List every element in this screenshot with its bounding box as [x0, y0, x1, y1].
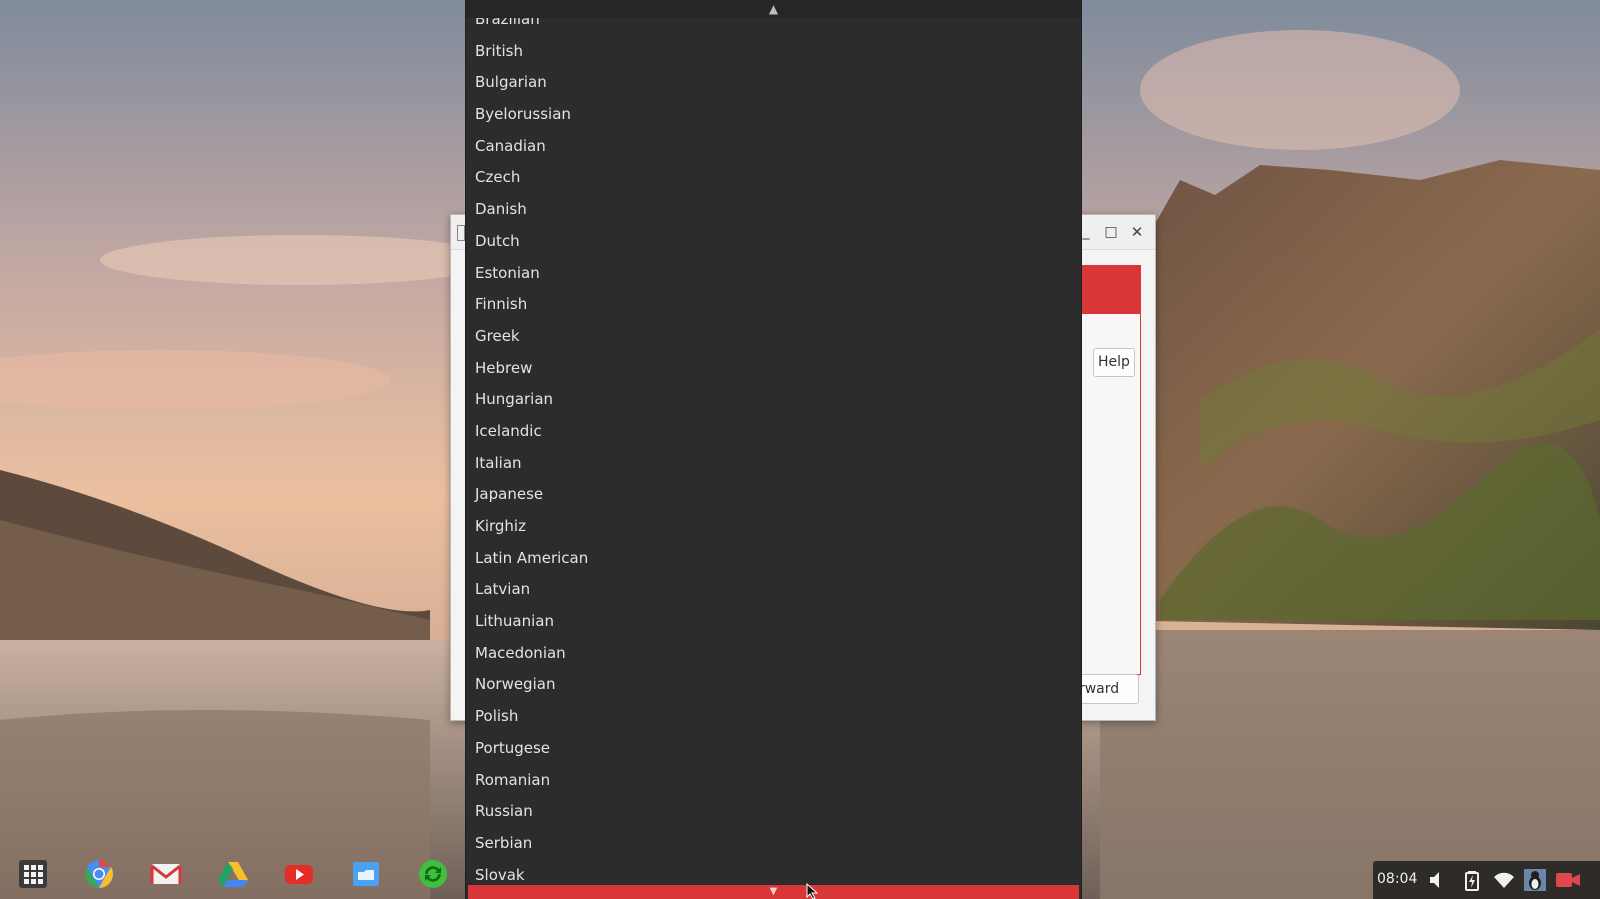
maximize-icon[interactable]: □ — [1102, 223, 1120, 241]
triangle-up-icon[interactable]: ▲ — [466, 0, 1081, 18]
dropdown-option[interactable]: Hebrew — [466, 348, 1081, 380]
dropdown-option[interactable]: Czech — [466, 157, 1081, 189]
dropdown-option[interactable]: Dutch — [466, 221, 1081, 253]
gmail-icon[interactable] — [150, 858, 182, 890]
clock[interactable]: 08:04 — [1377, 871, 1417, 887]
dropdown-option[interactable]: Russian — [466, 791, 1081, 823]
youtube-icon[interactable] — [283, 858, 315, 890]
dropdown-option[interactable]: Italian — [466, 443, 1081, 475]
user-avatar-icon[interactable] — [1524, 869, 1546, 891]
close-icon[interactable]: ✕ — [1128, 223, 1146, 241]
dropdown-option[interactable]: Kirghiz — [466, 506, 1081, 538]
screen-record-icon[interactable] — [1555, 869, 1581, 891]
dropdown-option[interactable]: British — [466, 31, 1081, 63]
battery-icon[interactable] — [1462, 869, 1482, 891]
files-icon[interactable] — [350, 858, 382, 890]
triangle-down-icon[interactable]: ▼ — [468, 885, 1079, 899]
mouse-cursor-icon — [806, 883, 819, 899]
dropdown-option[interactable]: Estonian — [466, 253, 1081, 285]
chrome-icon[interactable] — [83, 858, 115, 890]
dropdown-option[interactable]: Byelorussian — [466, 94, 1081, 126]
dropdown-option[interactable]: Hungarian — [466, 379, 1081, 411]
window-menu-icon[interactable] — [457, 225, 465, 241]
dropdown-option[interactable]: Portugese — [466, 728, 1081, 760]
drive-icon[interactable] — [217, 858, 249, 890]
volume-icon[interactable] — [1428, 869, 1448, 891]
dropdown-option[interactable]: Norwegian — [466, 664, 1081, 696]
dropdown-option[interactable]: Icelandic — [466, 411, 1081, 443]
wifi-icon[interactable] — [1494, 869, 1514, 891]
dropdown-option[interactable]: Latvian — [466, 569, 1081, 601]
dropdown-option[interactable]: Slovak — [466, 855, 1081, 887]
help-button[interactable]: Help — [1093, 348, 1135, 377]
dropdown-option[interactable]: Polish — [466, 696, 1081, 728]
dropdown-option[interactable]: Danish — [466, 189, 1081, 221]
dropdown-option[interactable]: Greek — [466, 316, 1081, 348]
dropdown-option[interactable]: Bulgarian — [466, 62, 1081, 94]
app-launcher-icon[interactable] — [17, 858, 49, 890]
dropdown-option[interactable]: Latin American — [466, 538, 1081, 570]
dropdown-options: Brazilian British Bulgarian Byelorussian Can… — [466, 0, 1081, 886]
dropdown-option[interactable]: Serbian — [466, 823, 1081, 855]
dropdown-option[interactable]: Romanian — [466, 760, 1081, 792]
dropdown-option[interactable]: Macedonian — [466, 633, 1081, 665]
dropdown-option[interactable]: Japanese — [466, 474, 1081, 506]
dropdown-option[interactable]: Finnish — [466, 284, 1081, 316]
keyboard-layout-dropdown-list[interactable]: Brazilian British Bulgarian Byelorussian Can… — [466, 0, 1081, 899]
dropdown-option[interactable]: Canadian — [466, 126, 1081, 158]
dropdown-option[interactable]: Lithuanian — [466, 601, 1081, 633]
sync-app-icon[interactable] — [417, 858, 449, 890]
